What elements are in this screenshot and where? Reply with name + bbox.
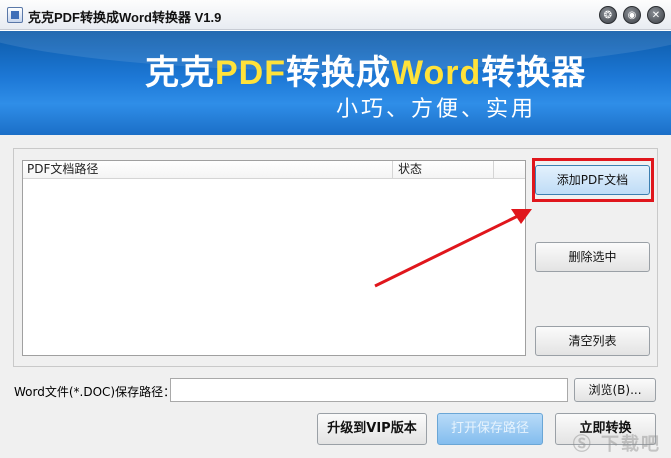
banner-title-part: 克克	[145, 54, 215, 92]
skin-icon[interactable]: ❂	[599, 6, 617, 24]
banner-title-part: 转换器	[481, 54, 587, 92]
banner-title-word: Word	[391, 54, 482, 92]
column-header-path[interactable]: PDF文档路径	[23, 161, 393, 179]
browse-button[interactable]: 浏览(B)...	[574, 378, 656, 402]
open-save-path-button[interactable]: 打开保存路径	[437, 413, 543, 445]
file-group: PDF文档路径 状态 添加PDF文档 删除选中 清空列表	[13, 148, 658, 367]
clear-list-button[interactable]: 清空列表	[535, 326, 650, 356]
minimize-icon[interactable]: ◉	[623, 6, 641, 24]
upgrade-vip-button[interactable]: 升级到VIP版本	[317, 413, 427, 445]
close-icon[interactable]: ✕	[647, 6, 665, 24]
banner-title-part: 转换成	[286, 54, 391, 92]
column-header-status[interactable]: 状态	[394, 161, 494, 179]
list-header: PDF文档路径 状态	[23, 161, 525, 179]
remove-selected-button[interactable]: 删除选中	[535, 242, 650, 272]
banner: 克克PDF转换成Word转换器 小巧、方便、实用	[0, 31, 671, 135]
banner-title-pdf: PDF	[215, 54, 286, 92]
add-pdf-button[interactable]: 添加PDF文档	[535, 165, 650, 195]
save-path-label: Word文件(*.DOC)保存路径：	[14, 385, 176, 399]
watermark: Ⓢ 下载吧	[572, 434, 661, 455]
app-icon	[7, 7, 23, 23]
title-bar: 克克PDF转换成Word转换器 V1.9 ❂ ◉ ✕	[0, 0, 671, 30]
banner-subtitle: 小巧、方便、实用	[336, 97, 537, 122]
window-title: 克克PDF转换成Word转换器 V1.9	[28, 10, 222, 25]
main-panel: PDF文档路径 状态 添加PDF文档 删除选中 清空列表 Word文件(*.DO…	[0, 135, 671, 458]
file-list[interactable]: PDF文档路径 状态	[22, 160, 526, 356]
save-path-input[interactable]	[170, 378, 568, 402]
banner-title: 克克PDF转换成Word转换器	[145, 45, 586, 94]
